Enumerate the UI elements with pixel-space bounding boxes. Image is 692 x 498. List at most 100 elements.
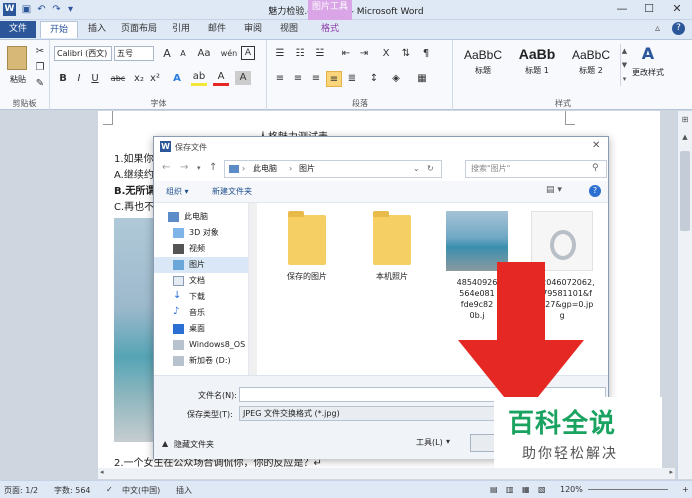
address-bar[interactable]: › 此电脑 › 图片 ⌄ ↻ [224, 160, 442, 178]
distribute-icon[interactable]: ≣ [344, 71, 360, 87]
nav-3d-objects[interactable]: 3D 对象 [154, 225, 249, 241]
help-icon[interactable]: ? [589, 185, 601, 197]
fullscreen-read-icon[interactable]: ▥ [506, 485, 514, 494]
recent-dropdown-icon[interactable]: ▾ [197, 164, 201, 172]
nav-downloads[interactable]: ↓ 下载 [154, 289, 249, 305]
maximize-icon[interactable]: ☐ [640, 2, 658, 16]
shading-icon[interactable]: ◈ [388, 71, 404, 87]
proofing-icon[interactable]: ✓ [106, 485, 113, 494]
font-name-combo[interactable]: Calibri (西文) [54, 46, 112, 61]
scroll-up-icon[interactable]: ▲ [680, 133, 690, 141]
copy-icon[interactable]: ❐ [32, 60, 48, 76]
language-status[interactable]: 中文(中国) [122, 485, 160, 496]
tools-button[interactable]: 工具(L) [416, 437, 443, 448]
italic-button[interactable]: I [71, 71, 87, 87]
scroll-right-icon[interactable]: ▸ [669, 468, 673, 476]
tab-format[interactable]: 格式 [312, 21, 348, 38]
char-border-button[interactable]: A [241, 46, 255, 60]
multilevel-list-icon[interactable]: ☱ [312, 46, 328, 62]
tab-home[interactable]: 开始 [40, 21, 78, 38]
nav-documents[interactable]: 文档 [154, 273, 249, 289]
change-case-button[interactable]: Aa [193, 46, 215, 62]
tab-references[interactable]: 引用 [166, 21, 196, 38]
scroll-left-icon[interactable]: ◂ [100, 468, 104, 476]
back-icon[interactable]: ← [162, 162, 170, 173]
tab-page-layout[interactable]: 页面布局 [116, 21, 162, 38]
bold-button[interactable]: B [55, 71, 71, 87]
tab-file[interactable]: 文件 [0, 21, 36, 38]
borders-icon[interactable]: ▦ [414, 71, 430, 87]
highlight-icon[interactable]: ab [191, 71, 207, 86]
paste-button[interactable]: 粘贴 [4, 74, 32, 85]
horizontal-scrollbar[interactable]: ◂ ▸ [98, 468, 675, 479]
change-styles-button[interactable]: A 更改样式 [626, 44, 670, 78]
strikethrough-button[interactable]: abc [107, 71, 129, 87]
align-left-icon[interactable]: ≡ [272, 71, 288, 87]
nav-drive-d[interactable]: 新加卷 (D:) [154, 353, 249, 369]
tab-view[interactable]: 视图 [274, 21, 304, 38]
new-folder-button[interactable]: 新建文件夹 [212, 186, 252, 197]
align-right-icon[interactable]: ≡ [308, 71, 324, 87]
tab-review[interactable]: 审阅 [238, 21, 268, 38]
sort-icon[interactable]: ⇅ [398, 46, 414, 62]
underline-button[interactable]: U [87, 71, 103, 87]
view-options-icon[interactable]: ▤ ▾ [546, 185, 562, 195]
close-icon[interactable]: ✕ [668, 2, 686, 16]
style-heading[interactable]: AaBbC 标题 [457, 44, 509, 86]
file-item-folder[interactable]: 本机照片 [353, 211, 431, 282]
insert-mode[interactable]: 插入 [176, 485, 192, 496]
char-shading-icon[interactable]: A [235, 71, 251, 85]
chevron-down-icon[interactable]: ⌄ [413, 161, 420, 177]
dialog-close-icon[interactable]: ✕ [592, 140, 600, 151]
justify-icon[interactable]: ≡ [326, 71, 342, 87]
minimize-icon[interactable]: — [613, 2, 631, 16]
font-color-icon[interactable]: A [213, 71, 229, 86]
paste-icon[interactable] [7, 46, 27, 70]
style-heading-1[interactable]: AaBb 标题 1 [511, 44, 563, 86]
print-layout-icon[interactable]: ▤ [490, 485, 498, 494]
outline-icon[interactable]: ▧ [538, 485, 546, 494]
nav-desktop[interactable]: 桌面 [154, 321, 249, 337]
superscript-button[interactable]: x² [147, 71, 163, 87]
style-heading-2[interactable]: AaBbC 标题 2 [565, 44, 617, 86]
zoom-in-icon[interactable]: + [682, 485, 689, 494]
ruler-toggle-icon[interactable]: ⊞ [680, 115, 690, 124]
format-painter-icon[interactable]: ✎ [32, 76, 48, 92]
breadcrumb-this-pc[interactable]: 此电脑 [253, 161, 277, 177]
tab-insert[interactable]: 插入 [82, 21, 112, 38]
search-input[interactable]: 搜索"图片" [465, 160, 607, 178]
phonetic-guide-button[interactable]: wén [219, 46, 239, 62]
page-count[interactable]: 页面: 1/2 [4, 485, 38, 496]
numbering-icon[interactable]: ☷ [292, 46, 308, 62]
nav-drive-c[interactable]: Windows8_OS [154, 337, 249, 353]
inserted-picture[interactable] [114, 218, 156, 442]
text-effects-icon[interactable]: A [169, 71, 185, 87]
chinese-layout-icon[interactable]: X [378, 46, 394, 62]
shrink-font-button[interactable]: A [175, 46, 191, 62]
cut-icon[interactable]: ✂ [32, 44, 48, 60]
word-count[interactable]: 字数: 564 [54, 485, 91, 496]
up-icon[interactable]: ↑ [209, 162, 217, 173]
font-size-combo[interactable]: 五号 [114, 46, 154, 61]
hide-folders-icon[interactable]: ▲ [162, 439, 168, 448]
help-icon[interactable]: ? [672, 22, 685, 35]
bullets-icon[interactable]: ☰ [272, 46, 288, 62]
grow-font-button[interactable]: A [159, 46, 175, 62]
nav-videos[interactable]: 视频 [154, 241, 249, 257]
line-spacing-icon[interactable]: ↕ [366, 71, 382, 87]
hide-folders-button[interactable]: 隐藏文件夹 [174, 439, 214, 450]
nav-pictures[interactable]: 图片 [154, 257, 248, 273]
show-marks-icon[interactable]: ¶ [418, 46, 434, 62]
scroll-thumb[interactable] [680, 151, 690, 231]
vertical-scrollbar[interactable]: ⊞ ▲ [677, 111, 692, 479]
breadcrumb-pictures[interactable]: 图片 [299, 161, 315, 177]
web-layout-icon[interactable]: ▦ [522, 485, 530, 494]
refresh-icon[interactable]: ↻ [427, 161, 434, 177]
nav-this-pc[interactable]: 此电脑 [154, 209, 249, 225]
subscript-button[interactable]: x₂ [131, 71, 147, 87]
tab-mailings[interactable]: 邮件 [202, 21, 232, 38]
tools-dropdown-icon[interactable]: ▾ [446, 437, 450, 446]
zoom-slider[interactable] [588, 489, 668, 490]
decrease-indent-icon[interactable]: ⇤ [338, 46, 354, 62]
organize-button[interactable]: 组织 ▾ [166, 186, 189, 197]
